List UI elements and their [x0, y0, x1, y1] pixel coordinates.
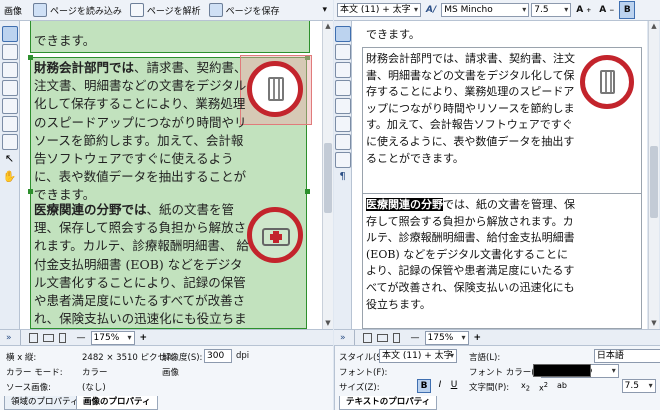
find-icon[interactable] [334, 116, 351, 132]
image-paragraph-2: 医療関連の分野では、紙の文書を管理、保存して照会する負担から解放されます。カルテ… [34, 202, 249, 327]
text-vertical-scrollbar[interactable]: ▲ ▼ [648, 21, 659, 329]
fit-height-icon[interactable] [58, 332, 66, 343]
subscript-icon[interactable]: x2 [521, 381, 530, 393]
properties-size-dropdown[interactable]: 7.5 [621, 379, 656, 393]
resolution-input[interactable]: 300 [204, 349, 232, 363]
tab-text-properties[interactable]: テキストのプロパティ [339, 396, 438, 410]
collapse-icon[interactable]: » [6, 333, 12, 343]
analyze-page-button[interactable]: ページを解析 [127, 1, 204, 19]
text-pane-calculator-icon [580, 55, 634, 109]
text-area-tool-icon[interactable] [1, 26, 18, 42]
zoom-in-button[interactable]: + [140, 333, 148, 343]
superscript-icon[interactable]: x2 [539, 381, 548, 393]
split-view-icon[interactable] [334, 62, 351, 78]
image-paragraph-1: 財務会計部門では、請求書、契約書、注文書、明細書などの文書をデジタル化して保存す… [34, 60, 247, 203]
save-page-button[interactable]: ページを保存 [206, 1, 283, 19]
image-scroll-thumb[interactable] [324, 143, 332, 213]
fit-width-icon[interactable] [42, 333, 54, 342]
pilcrow-icon[interactable]: ¶ [335, 170, 351, 186]
right-toolbar: 本文 (11) + 太字 A/ MS Mincho 7.5 A+ A− B [334, 0, 660, 21]
image-size-value: 2482 × 3510 ピクセル [82, 353, 175, 363]
decrease-font-icon[interactable]: A − [596, 1, 617, 19]
picture-area-tool-icon[interactable] [1, 44, 18, 60]
export-text-icon[interactable] [334, 134, 351, 150]
zoom-out-button[interactable]: — [77, 333, 86, 343]
properties-italic-button[interactable]: I [433, 379, 447, 393]
image-vertical-scrollbar[interactable]: ▲ ▼ [322, 21, 333, 329]
properties-style-dropdown[interactable]: 本文 (11) + 太字 [379, 349, 457, 363]
image-pane-title: 画像 [4, 6, 23, 17]
formatted-view-icon[interactable] [334, 44, 351, 60]
text-paragraph-1[interactable]: 財務会計部門では、請求書、契約書、注文書、明細書などの文書をデジタル化して保存す… [366, 51, 578, 167]
image-viewport[interactable]: できます。 財務会計部門では、請求書、契約書、注文書、明細書などの文書をデジタル… [20, 21, 322, 329]
text-top-line: できます。 [366, 28, 420, 41]
text-properties-panel: スタイル(S): 本文 (11) + 太字 言語(L): 日本語 フォント(F)… [334, 345, 660, 410]
style-dropdown[interactable]: 本文 (11) + 太字 [337, 3, 421, 17]
image-tools-strip: ↖ ✋ [0, 21, 20, 329]
add-area-tool-icon[interactable] [1, 116, 18, 132]
text-collapse-icon[interactable]: » [340, 333, 346, 343]
left-toolbar-menu-button[interactable]: ▾ [319, 1, 333, 19]
calculator-icon [247, 61, 303, 117]
text-tools-strip: ¶ [334, 21, 352, 329]
image-zoom-dropdown[interactable]: 175% [90, 330, 135, 345]
tab-area-properties[interactable]: 領域のプロパティ [4, 396, 86, 410]
pointer-tool-icon[interactable]: ↖ [2, 152, 18, 168]
text-fit-width-icon[interactable] [376, 333, 388, 342]
table-area-tool-icon[interactable] [1, 62, 18, 78]
tab-image-properties[interactable]: 画像のプロパティ [76, 396, 158, 410]
text-zoom-bar: » — 175% + [334, 329, 660, 346]
image-zoom-bar: » — 175% + [0, 329, 333, 346]
text-fit-page-icon[interactable] [362, 332, 372, 343]
color-mode-value: カラー [82, 368, 108, 378]
increase-font-icon[interactable]: A + [573, 1, 594, 19]
bold-button[interactable]: B [619, 1, 636, 19]
font-dropdown[interactable]: MS Mincho [441, 3, 530, 17]
background-area-tool-icon[interactable] [1, 80, 18, 96]
save-page-icon [208, 3, 223, 17]
analyze-page-icon [129, 3, 144, 17]
font-color-swatch[interactable] [533, 364, 591, 377]
text-style-button[interactable]: A/ [423, 1, 439, 19]
image-top-line: できます。 [34, 33, 96, 48]
barcode-area-tool-icon[interactable] [1, 98, 18, 114]
language-dropdown[interactable]: 日本語 [593, 349, 660, 363]
source-image-value: (なし) [82, 383, 106, 393]
fit-page-icon[interactable] [28, 332, 38, 343]
erase-area-tool-icon[interactable] [1, 134, 18, 150]
properties-underline-button[interactable]: U [447, 379, 461, 393]
properties-bold-button[interactable]: B [417, 379, 431, 393]
text-fit-height-icon[interactable] [392, 332, 400, 343]
medical-kit-icon [247, 207, 303, 263]
small-caps-icon[interactable]: ab [557, 381, 567, 390]
text-viewport[interactable]: できます。 財務会計部門では、請求書、契約書、注文書、明細書などの文書をデジタル… [352, 21, 647, 329]
text-selection-highlight[interactable]: 医療関連の分野 [366, 198, 443, 211]
proofread-icon[interactable] [334, 98, 351, 114]
text-paragraph-2[interactable]: 医療関連の分野では、紙の文書を管理、保存して照会する負担から解放されます。カルテ… [366, 197, 578, 313]
read-page-icon [33, 3, 48, 17]
hand-tool-icon[interactable]: ✋ [2, 170, 18, 186]
image-properties-panel: 横 x 縦: 2482 × 3510 ピクセル 解像度(S): 300 dpi … [0, 345, 333, 410]
text-zoom-out-button[interactable]: — [411, 333, 420, 343]
text-scroll-thumb[interactable] [650, 146, 658, 218]
table-mode-icon[interactable] [334, 152, 351, 168]
text-zoom-in-button[interactable]: + [474, 333, 482, 343]
read-page-button[interactable]: ページを読み込み [30, 1, 125, 19]
text-zoom-dropdown[interactable]: 175% [424, 330, 469, 345]
verify-text-icon[interactable] [334, 26, 351, 42]
left-toolbar: 画像 ページを読み込み ページを解析 ページを保存 ▾ [0, 0, 333, 21]
image-label: 画像 [162, 368, 180, 378]
font-size-dropdown[interactable]: 7.5 [531, 3, 572, 17]
insert-text-icon[interactable] [334, 80, 351, 96]
